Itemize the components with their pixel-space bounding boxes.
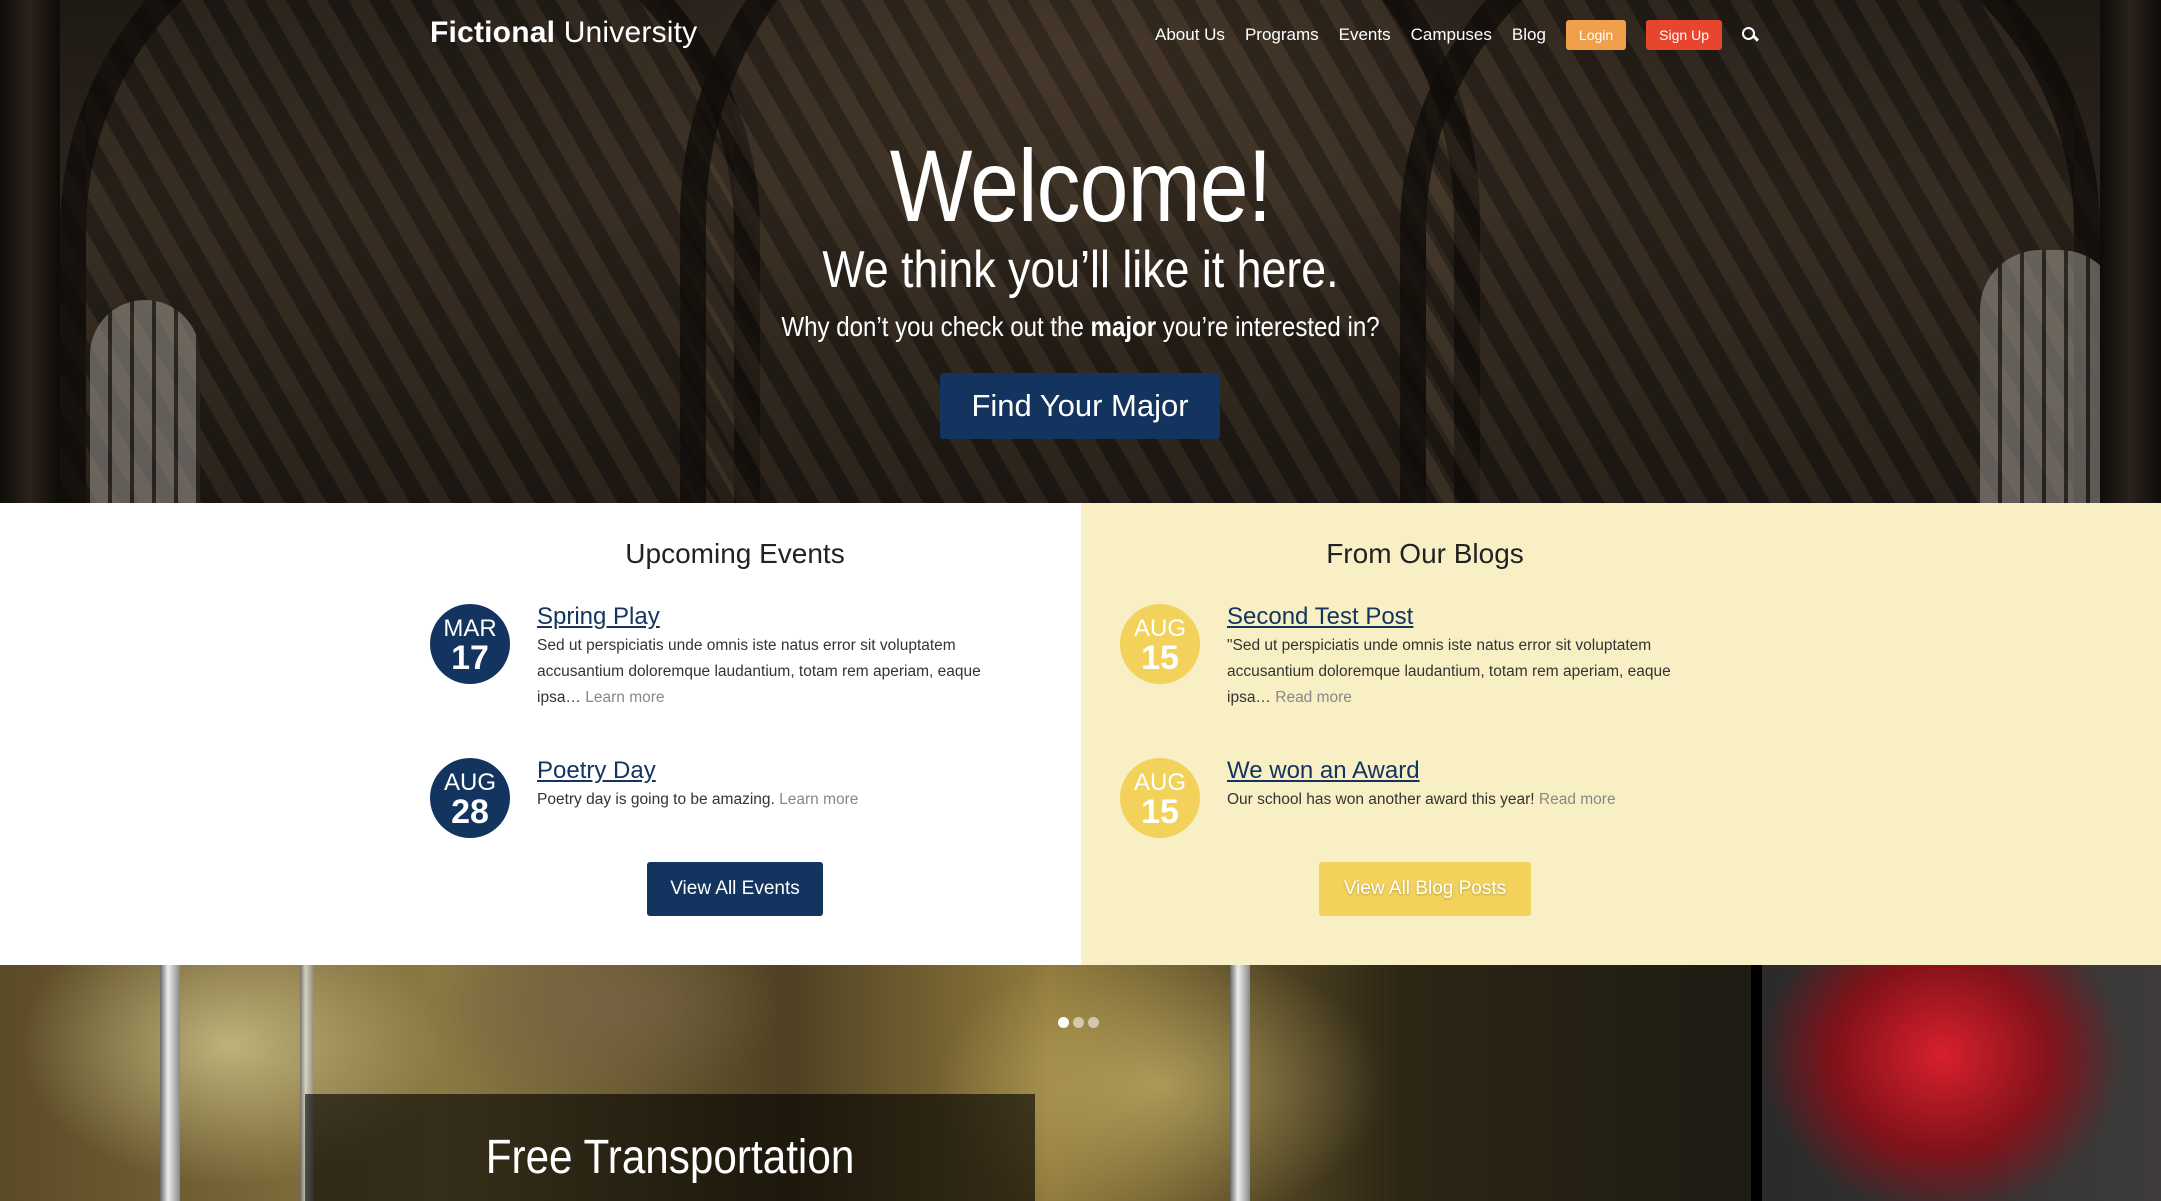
event-month: AUG xyxy=(443,769,496,796)
hero-prompt: Why don’t you check out the major you’re… xyxy=(151,311,2009,343)
blogs-heading: From Our Blogs xyxy=(1326,538,1524,569)
blog-excerpt: Our school has won another award this ye… xyxy=(1227,787,1697,813)
logo-light-text: University xyxy=(563,16,698,49)
slider-dots xyxy=(1058,1017,1103,1028)
view-all-events-button[interactable]: View All Events xyxy=(647,862,823,916)
slider-dot[interactable] xyxy=(1088,1017,1099,1028)
read-more-link[interactable]: Read more xyxy=(1539,791,1616,808)
learn-more-link[interactable]: Learn more xyxy=(585,689,664,706)
event-excerpt: Poetry day is going to be amazing. Learn… xyxy=(537,787,1007,813)
event-date-badge: MAR 17 xyxy=(430,604,510,684)
hero-subtitle: We think you’ll like it here. xyxy=(822,241,1339,299)
hero-section: Fictional University About Us Programs E… xyxy=(0,0,2161,503)
events-heading: Upcoming Events xyxy=(625,538,845,569)
nav-programs[interactable]: Programs xyxy=(1245,25,1319,45)
nav-about-us[interactable]: About Us xyxy=(1155,25,1225,45)
nav-blog[interactable]: Blog xyxy=(1512,25,1546,45)
event-title-link[interactable]: Spring Play xyxy=(537,603,660,631)
blog-excerpt: "Sed ut perspiciatis unde omnis iste nat… xyxy=(1227,633,1697,711)
blog-date-badge: AUG 15 xyxy=(1120,758,1200,838)
hero-prompt-after: you’re interested in? xyxy=(1156,311,1380,342)
main-menu: About Us Programs Events Campuses Blog L… xyxy=(1155,20,1758,50)
slide-bg-pole xyxy=(160,965,180,1201)
nav-campuses[interactable]: Campuses xyxy=(1411,25,1492,45)
blog-excerpt-text: Our school has won another award this ye… xyxy=(1227,791,1535,808)
blog-title-link[interactable]: We won an Award xyxy=(1227,757,1420,785)
learn-more-link[interactable]: Learn more xyxy=(779,791,858,808)
top-navigation: Fictional University About Us Programs E… xyxy=(0,0,2161,66)
next-slide-image xyxy=(1762,965,2161,1201)
blog-day: 15 xyxy=(1141,793,1179,831)
event-excerpt-text: Poetry day is going to be amazing. xyxy=(537,791,775,808)
read-more-link[interactable]: Read more xyxy=(1275,689,1352,706)
blog-month: AUG xyxy=(1133,769,1186,796)
blog-month: AUG xyxy=(1133,615,1186,642)
slider-dot[interactable] xyxy=(1073,1017,1084,1028)
login-button[interactable]: Login xyxy=(1565,20,1627,50)
blog-title-link[interactable]: Second Test Post xyxy=(1227,603,1413,631)
slider-dot[interactable] xyxy=(1058,1017,1069,1028)
nav-events[interactable]: Events xyxy=(1339,25,1391,45)
signup-button[interactable]: Sign Up xyxy=(1646,20,1722,50)
hero-title: Welcome! xyxy=(889,129,1272,243)
event-excerpt: Sed ut perspiciatis unde omnis iste natu… xyxy=(537,633,1007,711)
hero-prompt-before: Why don’t you check out the xyxy=(781,311,1091,342)
blogs-section xyxy=(1081,503,2161,965)
view-all-blog-posts-button[interactable]: View All Blog Posts xyxy=(1319,862,1531,916)
blog-date-badge: AUG 15 xyxy=(1120,604,1200,684)
event-date-badge: AUG 28 xyxy=(430,758,510,838)
event-month: MAR xyxy=(443,615,497,642)
find-your-major-button[interactable]: Find Your Major xyxy=(940,373,1220,439)
event-title-link[interactable]: Poetry Day xyxy=(537,757,656,785)
search-icon[interactable] xyxy=(1741,27,1758,43)
event-day: 28 xyxy=(451,793,489,831)
hero-prompt-bold: major xyxy=(1090,311,1157,342)
slide-caption-title: Free Transportation xyxy=(485,1131,855,1184)
blog-day: 15 xyxy=(1141,639,1179,677)
event-day: 17 xyxy=(451,639,489,677)
site-logo[interactable]: Fictional University xyxy=(430,16,697,50)
slide-bg-pole xyxy=(1230,965,1250,1201)
upcoming-events-section xyxy=(0,503,1081,965)
logo-bold-text: Fictional xyxy=(430,16,556,49)
